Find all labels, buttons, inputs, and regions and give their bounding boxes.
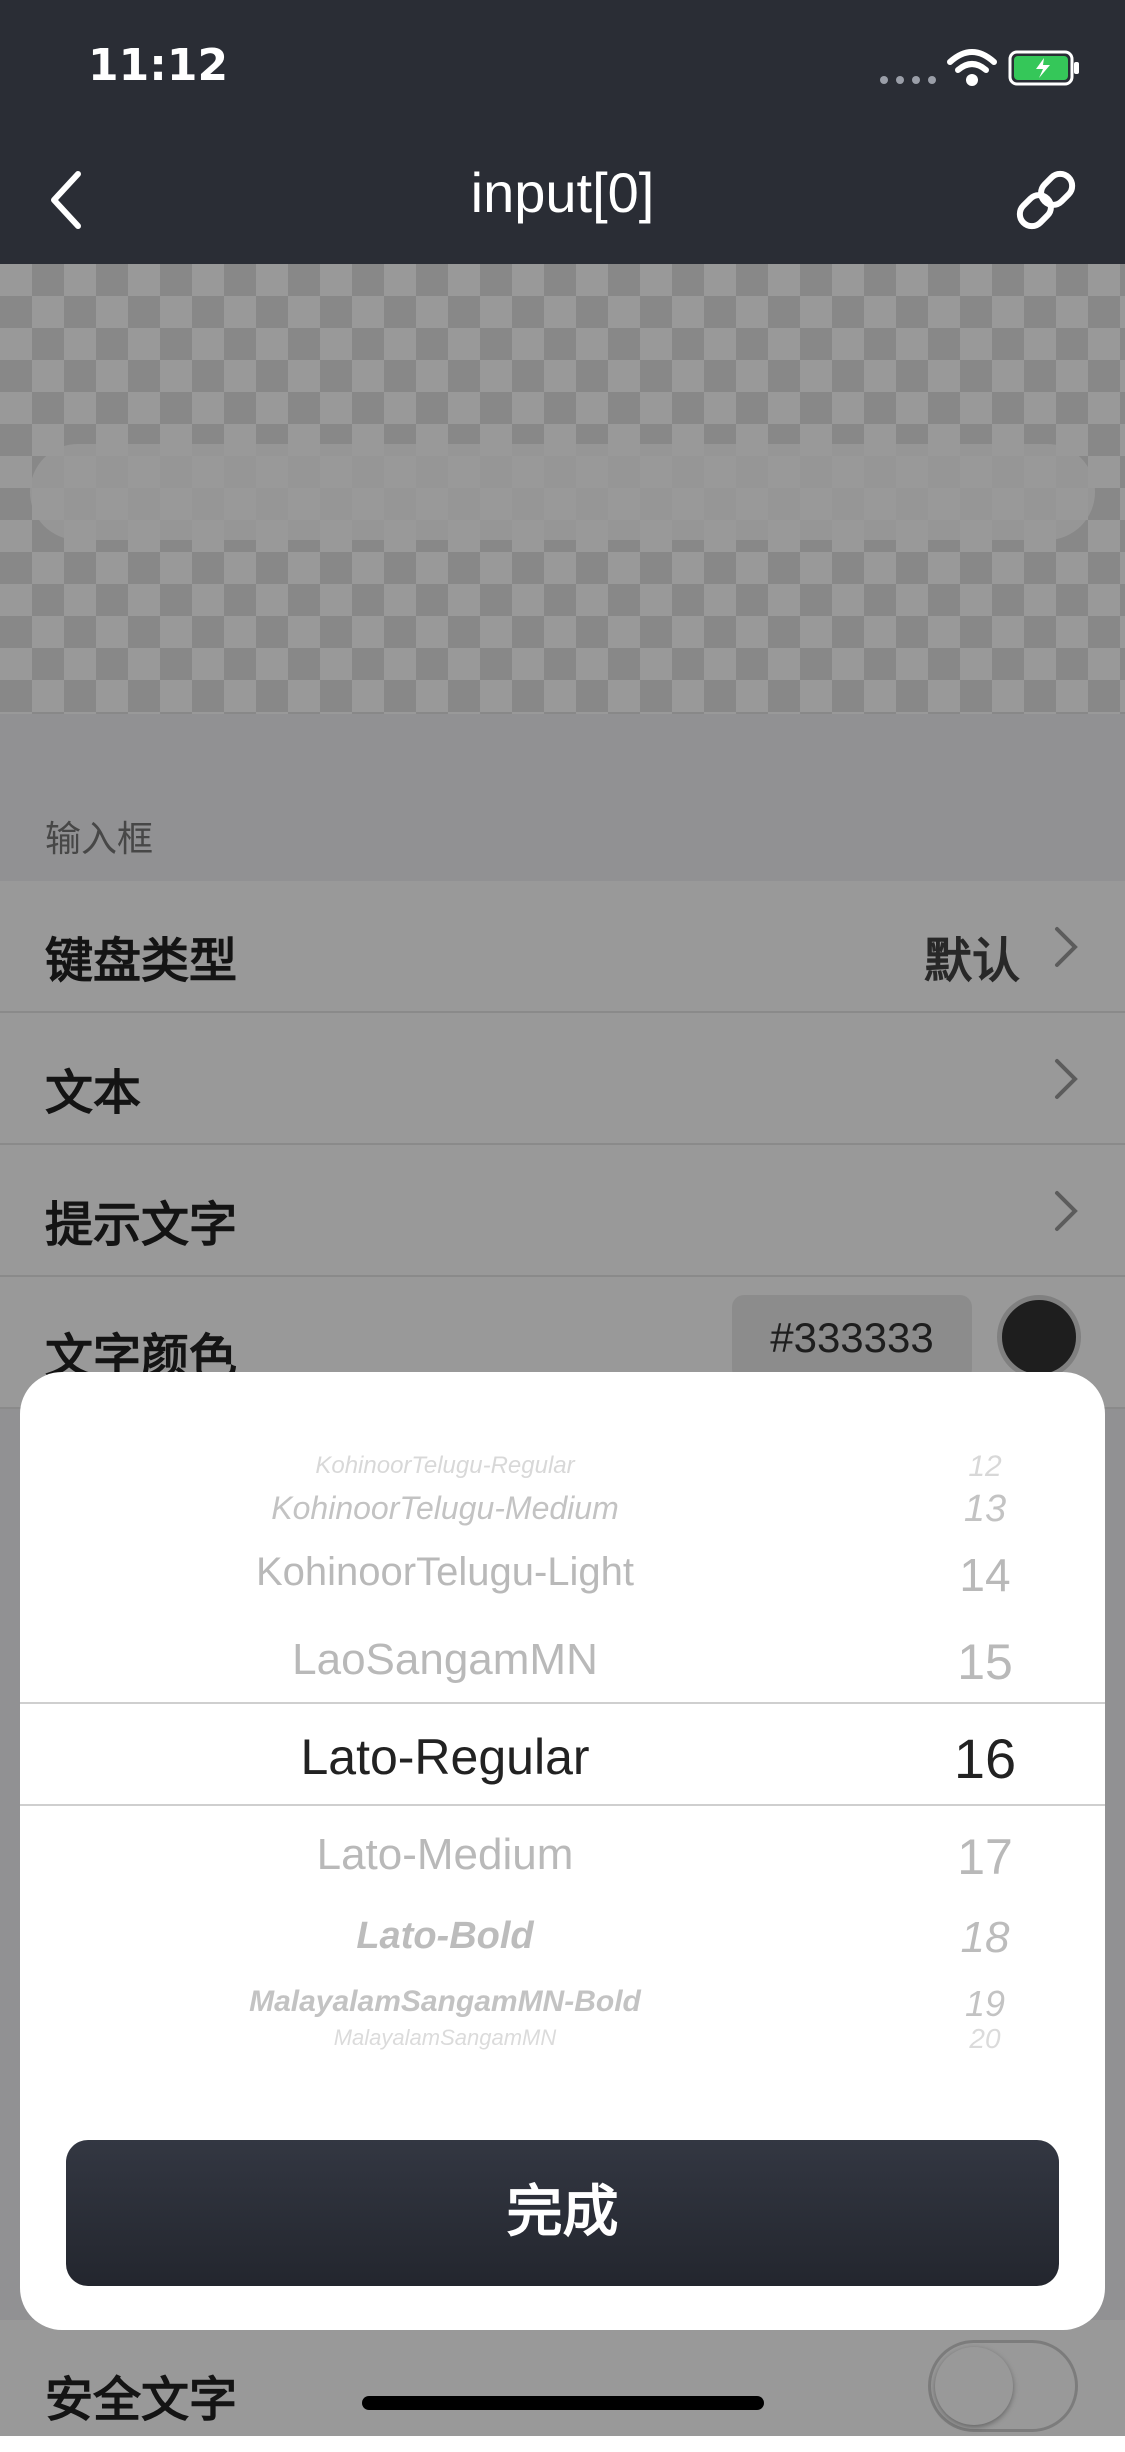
picker-size-option[interactable]: 18	[900, 1913, 1070, 1963]
status-time: 11:12	[88, 40, 229, 91]
picker-font-option[interactable]: Lato-Bold	[100, 1915, 790, 1958]
picker-size-option[interactable]: 13	[900, 1488, 1070, 1531]
picker-font-option[interactable]: KohinoorTelugu-Medium	[100, 1490, 790, 1527]
picker-size-option[interactable]: 20	[900, 2023, 1070, 2055]
picker-font-option[interactable]: KohinoorTelugu-Regular	[100, 1452, 790, 1480]
picker-size-option[interactable]: 17	[900, 1828, 1070, 1886]
battery-icon	[1008, 50, 1079, 86]
picker-size-option[interactable]: 19	[900, 1983, 1070, 2025]
picker-font-option[interactable]: LaoSangamMN	[100, 1635, 790, 1685]
link-icon[interactable]	[1010, 164, 1082, 236]
page-title: input[0]	[470, 161, 655, 224]
picker-size-option[interactable]: 16	[900, 1726, 1070, 1791]
picker-size-option[interactable]: 15	[900, 1633, 1070, 1691]
home-indicator	[362, 2396, 764, 2410]
picker-font-option[interactable]: MalayalamSangamMN	[100, 2025, 790, 2051]
picker-font-option[interactable]: MalayalamSangamMN-Bold	[100, 1985, 790, 2019]
wifi-icon	[947, 49, 997, 86]
done-button[interactable]: 完成	[66, 2140, 1059, 2286]
picker-font-option[interactable]: Lato-Regular	[100, 1728, 790, 1786]
picker-font-option[interactable]: Lato-Medium	[100, 1830, 790, 1880]
picker-size-option[interactable]: 12	[900, 1450, 1070, 1484]
picker-font-option[interactable]: KohinoorTelugu-Light	[100, 1550, 790, 1595]
picker-size-option[interactable]: 14	[900, 1548, 1070, 1602]
cellular-signal-icon	[880, 76, 936, 84]
